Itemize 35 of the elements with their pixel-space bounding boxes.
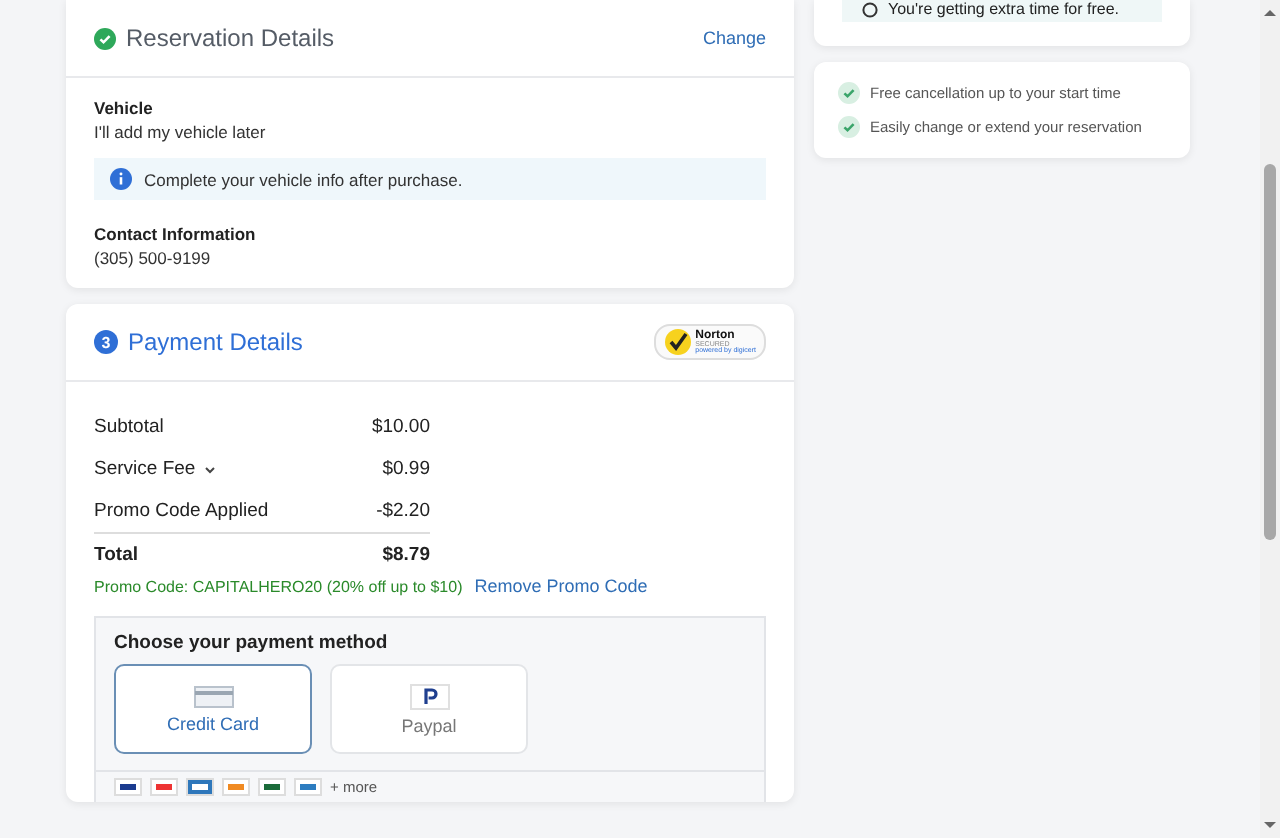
contact-value: (305) 500-9199 bbox=[94, 248, 213, 268]
scrollbar[interactable] bbox=[1260, 0, 1280, 838]
line-amount: $10.00 bbox=[371, 416, 430, 438]
scrollbar-thumb[interactable] bbox=[1264, 164, 1276, 540]
line-label: Subtotal bbox=[94, 416, 164, 438]
promo-code-note: Promo Code: CAPITALHERO20 (20% off up to $10) bbox=[94, 577, 463, 595]
total-label: Total bbox=[94, 544, 138, 566]
change-link[interactable]: Change bbox=[702, 28, 766, 48]
section-title: Reservation Details bbox=[126, 24, 335, 52]
line-label: Promo Code Applied bbox=[94, 500, 269, 522]
notice-text: Complete your vehicle info after purchase. bbox=[144, 169, 463, 189]
total-amount: $8.79 bbox=[382, 544, 430, 566]
info-icon bbox=[110, 168, 132, 190]
check-icon bbox=[838, 82, 860, 104]
card-icon bbox=[193, 685, 233, 707]
section-title: Payment Details bbox=[128, 328, 303, 356]
paypal-icon bbox=[409, 683, 449, 709]
payment-method-option[interactable]: Paypal bbox=[330, 664, 528, 754]
line-label[interactable]: Service Fee bbox=[94, 458, 216, 480]
completed-check-icon bbox=[94, 27, 116, 49]
payment-method-option[interactable]: Credit Card bbox=[114, 664, 312, 754]
contact-label: Contact Information bbox=[94, 224, 258, 244]
payment-method-title: Choose your payment method bbox=[112, 630, 390, 658]
banner-text: You're getting extra time for free. bbox=[888, 0, 1120, 18]
checkmark-icon bbox=[663, 328, 692, 356]
check-icon bbox=[838, 116, 860, 138]
step-number-badge: 3 bbox=[94, 330, 118, 354]
clock-icon bbox=[862, 1, 878, 17]
scroll-down-icon[interactable] bbox=[1264, 822, 1276, 830]
remove-promo-link[interactable]: Remove Promo Code bbox=[474, 576, 648, 596]
line-amount: $0.99 bbox=[382, 458, 430, 480]
vehicle-label: Vehicle bbox=[94, 98, 155, 118]
scroll-up-icon[interactable] bbox=[1264, 8, 1276, 16]
vehicle-value: I'll add my vehicle later bbox=[94, 122, 268, 142]
line-amount: -$2.20 bbox=[376, 500, 430, 522]
